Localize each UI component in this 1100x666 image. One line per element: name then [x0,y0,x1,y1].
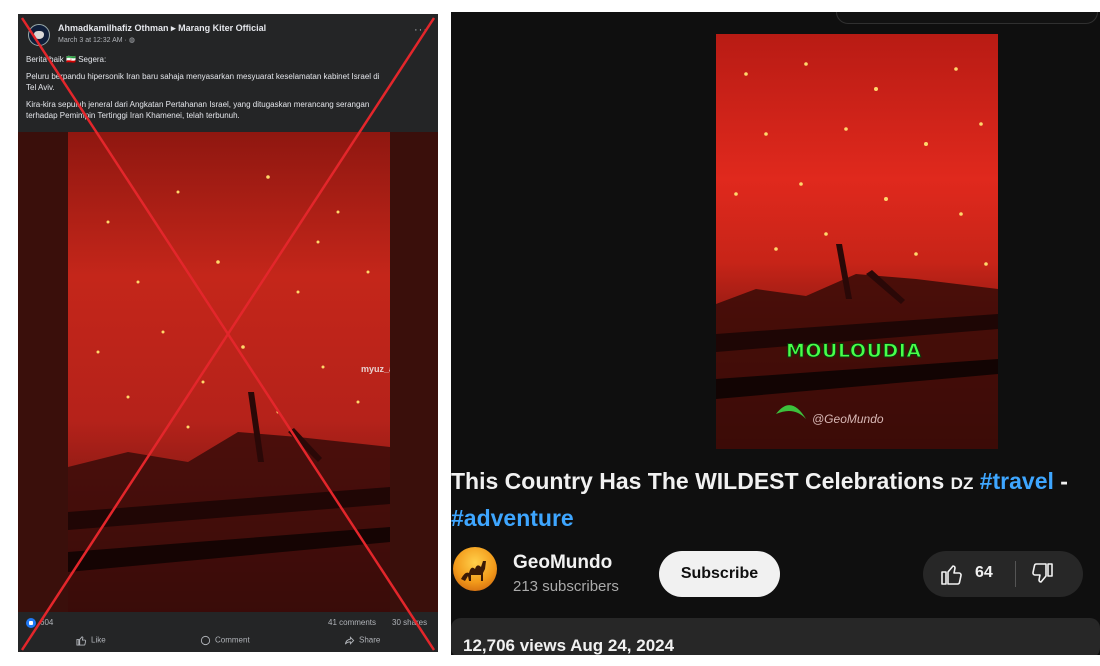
thumbs-down-icon[interactable] [1029,562,1055,591]
post-text-line: terhadap Pemimpin Tertinggi Iran Khamene… [26,111,240,120]
post-text-line: Berita baik 🇮🇷 Segera: [26,55,107,64]
hashtag-link[interactable]: #travel [980,468,1054,494]
youtube-page: MOULOUDIA @GeoMundo This Country Has The… [451,12,1100,655]
channel-avatar[interactable] [453,547,497,591]
like-button[interactable]: Like [76,635,106,646]
post-timestamp-line: March 3 at 12:32 AM · ◍ [58,36,135,44]
post-video[interactable]: myuz_aa1 [18,132,438,612]
author-avatar[interactable] [28,24,50,46]
post-header: Ahmadkamilhafiz Othman ▸ Marang Kiter Of… [18,14,438,132]
like-divider [1015,561,1016,587]
share-label: Share [359,635,381,645]
share-button[interactable]: Share [344,635,380,646]
video-player[interactable]: MOULOUDIA @GeoMundo [716,34,998,449]
views-and-date: 12,706 views Aug 24, 2024 [463,636,675,655]
like-dislike-bar: 64 [923,551,1083,597]
algeria-flag: DZ [950,474,974,493]
share-count[interactable]: 30 shares [392,618,427,627]
like-count[interactable]: 64 [975,564,993,582]
like-label: Like [91,635,106,645]
subscribe-button[interactable]: Subscribe [659,551,780,597]
facebook-post: Ahmadkamilhafiz Othman ▸ Marang Kiter Of… [18,14,438,652]
comment-icon [200,635,211,646]
video-frame[interactable]: myuz_aa1 [68,132,390,612]
post-footer: 604 41 comments 30 shares Like Comment S… [18,612,438,652]
author-name[interactable]: Ahmadkamilhafiz Othman [58,23,169,33]
description-box[interactable]: 12,706 views Aug 24, 2024 [451,618,1100,655]
video-scene [68,175,390,612]
channel-name[interactable]: GeoMundo [513,552,612,574]
post-text-line: Tel Aviv. [26,83,55,92]
thumbs-up-icon [76,636,87,646]
share-icon [344,636,355,645]
group-name[interactable]: Marang Kiter Official [178,23,266,33]
camel-icon [461,561,486,581]
post-text-line: Kira-kira sepuluh jeneral dari Angkatan … [26,100,370,109]
title-separator: - [1053,468,1068,494]
comment-label: Comment [215,635,250,645]
more-horizontal-icon[interactable]: ··· [414,24,428,36]
comment-button[interactable]: Comment [200,635,250,646]
comment-count[interactable]: 41 comments [328,618,376,627]
video-overlay-caption: MOULOUDIA [786,340,922,363]
video-watermark: @GeoMundo [812,412,884,426]
subscriber-count: 213 subscribers [513,578,619,595]
search-bar[interactable] [836,12,1098,24]
video-title-text: This Country Has The WILDEST Celebration… [451,468,945,494]
globe-icon: · ◍ [124,37,135,44]
video-watermark: myuz_aa1 [361,364,390,374]
post-text-line: Peluru berpandu hipersonik Iran baru sah… [26,72,380,81]
video-scene [716,62,998,449]
post-timestamp[interactable]: March 3 at 12:32 AM [58,37,123,44]
post-author-line[interactable]: Ahmadkamilhafiz Othman ▸ Marang Kiter Of… [58,23,266,34]
thumbs-up-icon[interactable] [939,562,965,591]
reaction-count[interactable]: 604 [40,618,53,627]
hashtag-link[interactable]: #adventure [451,505,574,532]
video-title-line: This Country Has The WILDEST Celebration… [451,468,1068,495]
like-reaction-icon[interactable] [26,618,36,628]
